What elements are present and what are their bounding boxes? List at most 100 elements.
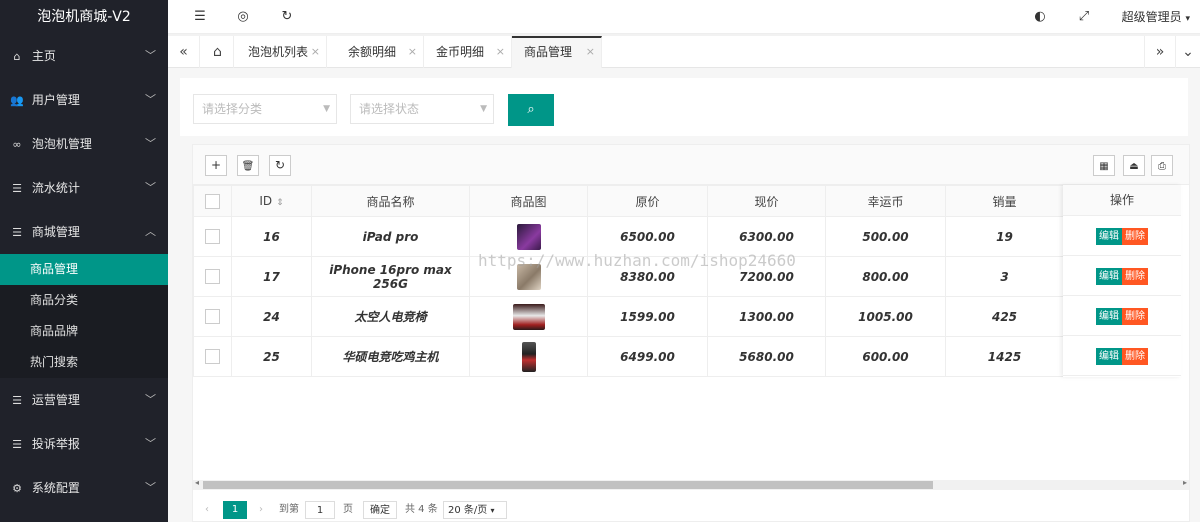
row-select-cell[interactable] [193,296,232,337]
export-button[interactable]: ⏏ [1123,155,1145,176]
add-button[interactable]: + [205,155,227,176]
sidebar-item-home[interactable]: ⌂ 主页 ﹀ [0,34,168,78]
total-count-label: 共 4 条 [405,504,438,515]
edit-button[interactable]: 编辑 [1096,348,1122,365]
home-icon: ⌂ [13,50,21,63]
sidebar-item-operations[interactable]: ☰ 运营管理 ﹀ [0,378,168,422]
link-icon: ∞ [12,138,22,151]
scroll-right-icon[interactable]: ▸ [1183,478,1187,487]
cell-name: 太空人电竞椅 [311,296,470,337]
row-actions: 编辑 删除 [1063,216,1181,256]
refresh-button[interactable]: ↻ [269,155,291,176]
sidebar-item-settings[interactable]: ⚙ 系统配置 ﹀ [0,466,168,510]
next-page-icon[interactable]: › [259,501,263,519]
delete-button[interactable]: 🗑 [237,155,259,176]
row-select-cell[interactable] [193,216,232,257]
scroll-left-icon[interactable]: ◂ [195,478,199,487]
caret-down-icon: ▼ [323,104,330,114]
globe-icon[interactable]: ◎ [231,0,255,34]
page-jump-input[interactable]: 1 [305,501,335,519]
cell-id: 25 [231,336,312,377]
table-header-row: ID⇕ 商品名称 商品图 原价 现价 幸运币 销量 排序 [193,185,1144,217]
sidebar-subitem-categories[interactable]: 商品分类 [0,285,168,316]
product-thumbnail[interactable] [516,223,541,250]
chevron-down-icon: ﹀ [145,393,156,406]
row-checkbox[interactable] [205,229,220,244]
watermark-text: https://www.huzhan.com/ishop24660 [478,251,796,270]
page-size-select[interactable]: 20 条/页 ▾ [443,501,507,519]
delete-row-button[interactable]: 删除 [1122,348,1148,365]
page-confirm-button[interactable]: 确定 [363,501,397,519]
top-header: ☰ ◎ ↻ ◐ ⤢ 超级管理员 ▾ [168,0,1200,34]
sidebar-item-label: 用户管理 [31,93,80,107]
close-icon[interactable]: × [408,36,417,68]
sidebar-item-complaints[interactable]: ☰ 投诉举报 ﹀ [0,422,168,466]
row-select-cell[interactable] [193,256,232,297]
cell-name: iPhone 16pro max 256G [311,256,470,297]
sidebar-subitem-products[interactable]: 商品管理 [0,254,168,285]
product-table-card: + 🗑 ↻ ▦ ⏏ ⎙ ID ⇕ 商品名称 商品图 原价 现价 幸运币 销量 1… [192,144,1190,522]
sidebar: 泡泡机商城-V2 ⌂ 主页 ﹀ 👥 用户管理 ﹀ ∞ 泡泡机管理 ﹀ ☰ 流水统… [0,0,168,522]
search-form: 请选择分类 ▼ 请选择状态 ▼ ⌕ [180,78,1188,136]
column-header-image: 商品图 [469,185,588,217]
trash-icon: 🗑 [241,161,255,172]
cell-sales: 19 [945,216,1064,257]
sidebar-item-mall[interactable]: ☰ 商城管理 ︿ [0,210,168,254]
cell-original-price: 6499.00 [587,336,708,377]
column-header-id[interactable]: ID ⇕ [231,185,312,217]
edit-button[interactable]: 编辑 [1096,268,1122,285]
scrollbar-thumb[interactable] [203,481,933,489]
close-icon[interactable]: × [586,38,595,66]
category-select[interactable]: 请选择分类 ▼ [193,94,337,124]
cell-current-price: 5680.00 [707,336,826,377]
product-thumbnail[interactable] [512,303,545,330]
row-checkbox[interactable] [205,269,220,284]
prev-page-icon[interactable]: ‹ [205,501,209,519]
cell-sales: 425 [945,296,1064,337]
cell-image [469,336,588,377]
page-number-current[interactable]: 1 [223,501,247,519]
edit-button[interactable]: 编辑 [1096,308,1122,325]
tabs-menu-chevron-icon[interactable]: ⌄ [1172,36,1200,68]
chevron-down-icon: ﹀ [145,481,156,494]
admin-user-menu[interactable]: 超级管理员 ▾ [1122,0,1190,34]
close-icon[interactable]: × [496,36,505,68]
sidebar-item-bubble-machines[interactable]: ∞ 泡泡机管理 ﹀ [0,122,168,166]
tab-coin-detail[interactable]: 金币明细 × [424,36,512,68]
edit-button[interactable]: 编辑 [1096,228,1122,245]
table-row[interactable]: 25 华硕电竞吃鸡主机 6499.00 5680.00 600.00 1425 … [193,336,1144,377]
row-select-cell[interactable] [193,336,232,377]
select-all-cell[interactable] [193,185,232,217]
sidebar-subitem-hot-search[interactable]: 热门搜索 [0,347,168,378]
print-button[interactable]: ⎙ [1151,155,1173,176]
horizontal-scrollbar[interactable]: ◂ ▸ [193,478,1189,490]
sidebar-item-statistics[interactable]: ☰ 流水统计 ﹀ [0,166,168,210]
tab-product-management[interactable]: 商品管理 × [512,36,602,68]
menu-toggle-icon[interactable]: ☰ [188,0,212,34]
product-thumbnail[interactable] [521,341,536,372]
sidebar-subitem-brands[interactable]: 商品品牌 [0,316,168,347]
column-header-lucky-coin: 幸运币 [825,185,946,217]
tab-home-icon[interactable]: ⌂ [202,36,234,68]
select-all-checkbox[interactable] [205,193,220,209]
cell-lucky-coin: 1005.00 [825,296,946,337]
fullscreen-icon[interactable]: ⤢ [1072,0,1096,34]
delete-row-button[interactable]: 删除 [1122,268,1148,285]
refresh-icon[interactable]: ↻ [275,0,299,34]
row-checkbox[interactable] [205,309,220,324]
columns-icon: ▦ [1099,161,1109,172]
row-checkbox[interactable] [205,349,220,364]
delete-row-button[interactable]: 删除 [1122,228,1148,245]
table-row[interactable]: 24 太空人电竞椅 1599.00 1300.00 1005.00 425 8 [193,296,1144,337]
close-icon[interactable]: × [311,36,320,68]
sort-icon[interactable]: ⇕ [276,198,284,208]
columns-filter-button[interactable]: ▦ [1093,155,1115,176]
sidebar-item-users[interactable]: 👥 用户管理 ﹀ [0,78,168,122]
delete-row-button[interactable]: 删除 [1122,308,1148,325]
tabs-scroll-left-icon[interactable]: « [168,36,200,68]
theme-palette-icon[interactable]: ◐ [1028,0,1052,34]
tab-balance-detail[interactable]: 余额明细 × [336,36,424,68]
search-button[interactable]: ⌕ [508,94,554,126]
status-select[interactable]: 请选择状态 ▼ [350,94,494,124]
tab-bubble-machine-list[interactable]: 泡泡机列表 × [236,36,327,68]
